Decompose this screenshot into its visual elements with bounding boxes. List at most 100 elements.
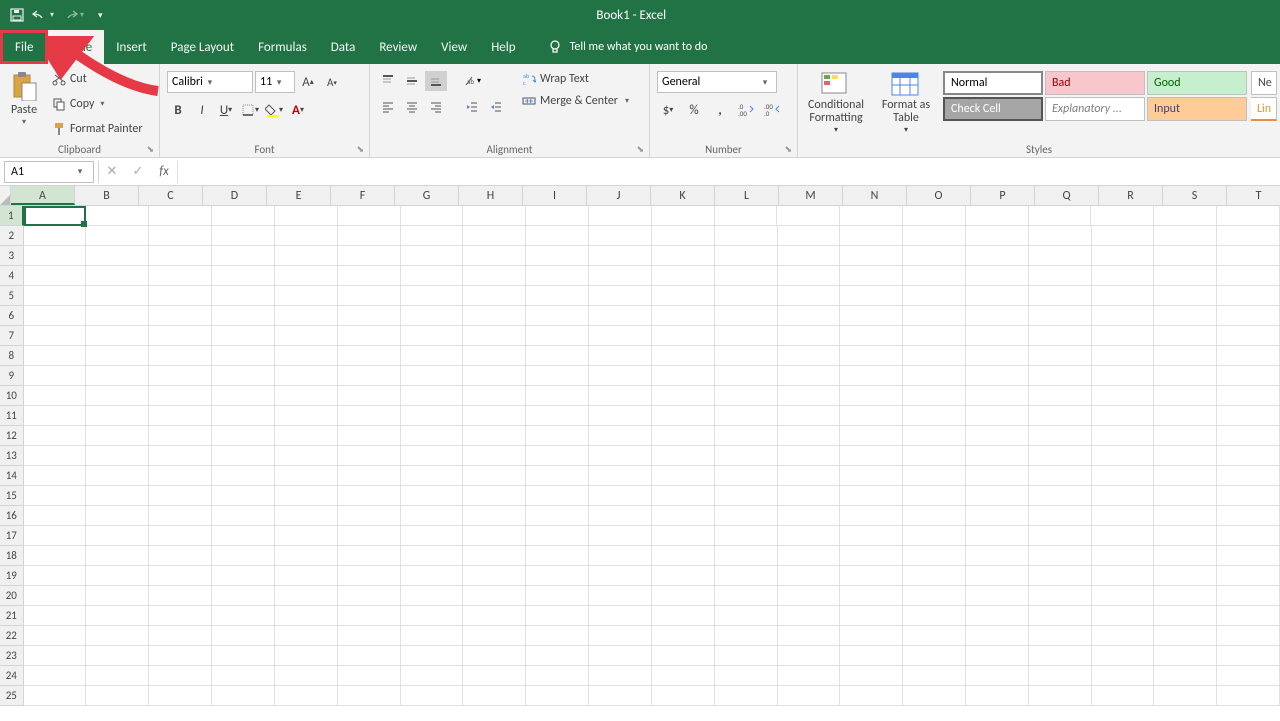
cell[interactable] xyxy=(401,306,464,326)
cell[interactable] xyxy=(401,486,464,506)
cell[interactable] xyxy=(24,686,87,706)
cell[interactable] xyxy=(24,226,87,246)
cell[interactable] xyxy=(24,526,87,546)
cell[interactable] xyxy=(903,486,966,506)
cell[interactable] xyxy=(1154,686,1217,706)
cell[interactable] xyxy=(1154,666,1217,686)
cell[interactable] xyxy=(1092,226,1155,246)
cell[interactable] xyxy=(275,486,338,506)
cell[interactable] xyxy=(966,686,1029,706)
cell[interactable] xyxy=(966,526,1029,546)
cell[interactable] xyxy=(966,386,1029,406)
cell[interactable] xyxy=(715,366,778,386)
cell[interactable] xyxy=(275,626,338,646)
row-header[interactable]: 6 xyxy=(0,306,24,326)
cell[interactable] xyxy=(212,286,275,306)
cell[interactable] xyxy=(212,686,275,706)
cell[interactable] xyxy=(463,306,526,326)
cell[interactable] xyxy=(1154,306,1217,326)
cell[interactable] xyxy=(1154,466,1217,486)
cell[interactable] xyxy=(24,266,87,286)
cell[interactable] xyxy=(275,326,338,346)
row-header[interactable]: 5 xyxy=(0,286,24,306)
cell[interactable] xyxy=(840,226,903,246)
cell[interactable] xyxy=(966,586,1029,606)
cell[interactable] xyxy=(966,406,1029,426)
cell[interactable] xyxy=(401,326,464,346)
cell[interactable] xyxy=(1029,686,1092,706)
cell[interactable] xyxy=(715,386,778,406)
cell[interactable] xyxy=(903,366,966,386)
cell[interactable] xyxy=(652,426,715,446)
cell[interactable] xyxy=(338,386,401,406)
cell[interactable] xyxy=(24,466,87,486)
cell[interactable] xyxy=(1217,446,1280,466)
cell[interactable] xyxy=(715,566,778,586)
cell[interactable] xyxy=(589,686,652,706)
percent-format-button[interactable]: % xyxy=(683,99,705,121)
cell[interactable] xyxy=(715,346,778,366)
cell[interactable] xyxy=(715,206,778,226)
cell[interactable] xyxy=(401,366,464,386)
cell[interactable] xyxy=(149,366,212,386)
cell[interactable] xyxy=(149,586,212,606)
cell[interactable] xyxy=(1092,386,1155,406)
row-header[interactable]: 7 xyxy=(0,326,24,346)
cell[interactable] xyxy=(1154,346,1217,366)
cell[interactable] xyxy=(589,566,652,586)
accounting-format-button[interactable]: $▾ xyxy=(657,99,679,121)
undo-icon[interactable]: ▾ xyxy=(32,9,54,21)
cell[interactable] xyxy=(149,406,212,426)
cell[interactable] xyxy=(275,606,338,626)
cell[interactable] xyxy=(778,446,841,466)
cell[interactable] xyxy=(526,446,589,466)
cell[interactable] xyxy=(338,606,401,626)
cell[interactable] xyxy=(275,566,338,586)
cell[interactable] xyxy=(840,286,903,306)
cell[interactable] xyxy=(778,646,841,666)
cell[interactable] xyxy=(715,466,778,486)
cell[interactable] xyxy=(212,506,275,526)
cell[interactable] xyxy=(275,346,338,366)
cell[interactable] xyxy=(840,246,903,266)
cell[interactable] xyxy=(778,306,841,326)
cell[interactable] xyxy=(840,326,903,346)
cell[interactable] xyxy=(149,626,212,646)
style-bad[interactable]: Bad xyxy=(1045,71,1145,95)
cell[interactable] xyxy=(652,226,715,246)
cell[interactable] xyxy=(24,646,87,666)
cell[interactable] xyxy=(526,286,589,306)
cell[interactable] xyxy=(338,526,401,546)
cell[interactable] xyxy=(966,446,1029,466)
cell[interactable] xyxy=(903,266,966,286)
cell[interactable] xyxy=(966,306,1029,326)
cell[interactable] xyxy=(463,506,526,526)
cell[interactable] xyxy=(1217,506,1280,526)
cell[interactable] xyxy=(86,486,149,506)
cell[interactable] xyxy=(589,326,652,346)
cell[interactable] xyxy=(149,606,212,626)
cell[interactable] xyxy=(212,466,275,486)
cell[interactable] xyxy=(275,266,338,286)
cell[interactable] xyxy=(149,346,212,366)
cell[interactable] xyxy=(903,306,966,326)
cell[interactable] xyxy=(966,466,1029,486)
cell[interactable] xyxy=(463,286,526,306)
cell[interactable] xyxy=(1029,646,1092,666)
cell[interactable] xyxy=(463,686,526,706)
cell[interactable] xyxy=(526,526,589,546)
cell[interactable] xyxy=(903,286,966,306)
cell[interactable] xyxy=(840,526,903,546)
cell[interactable] xyxy=(212,406,275,426)
column-header[interactable]: D xyxy=(203,186,267,205)
cell[interactable] xyxy=(338,266,401,286)
style-check-cell[interactable]: Check Cell xyxy=(943,97,1043,121)
cell[interactable] xyxy=(1154,206,1217,226)
cell[interactable] xyxy=(652,306,715,326)
cell[interactable] xyxy=(966,286,1029,306)
cell[interactable] xyxy=(275,286,338,306)
cell[interactable] xyxy=(1217,346,1280,366)
cell[interactable] xyxy=(149,566,212,586)
cell[interactable] xyxy=(966,226,1029,246)
cell[interactable] xyxy=(903,426,966,446)
